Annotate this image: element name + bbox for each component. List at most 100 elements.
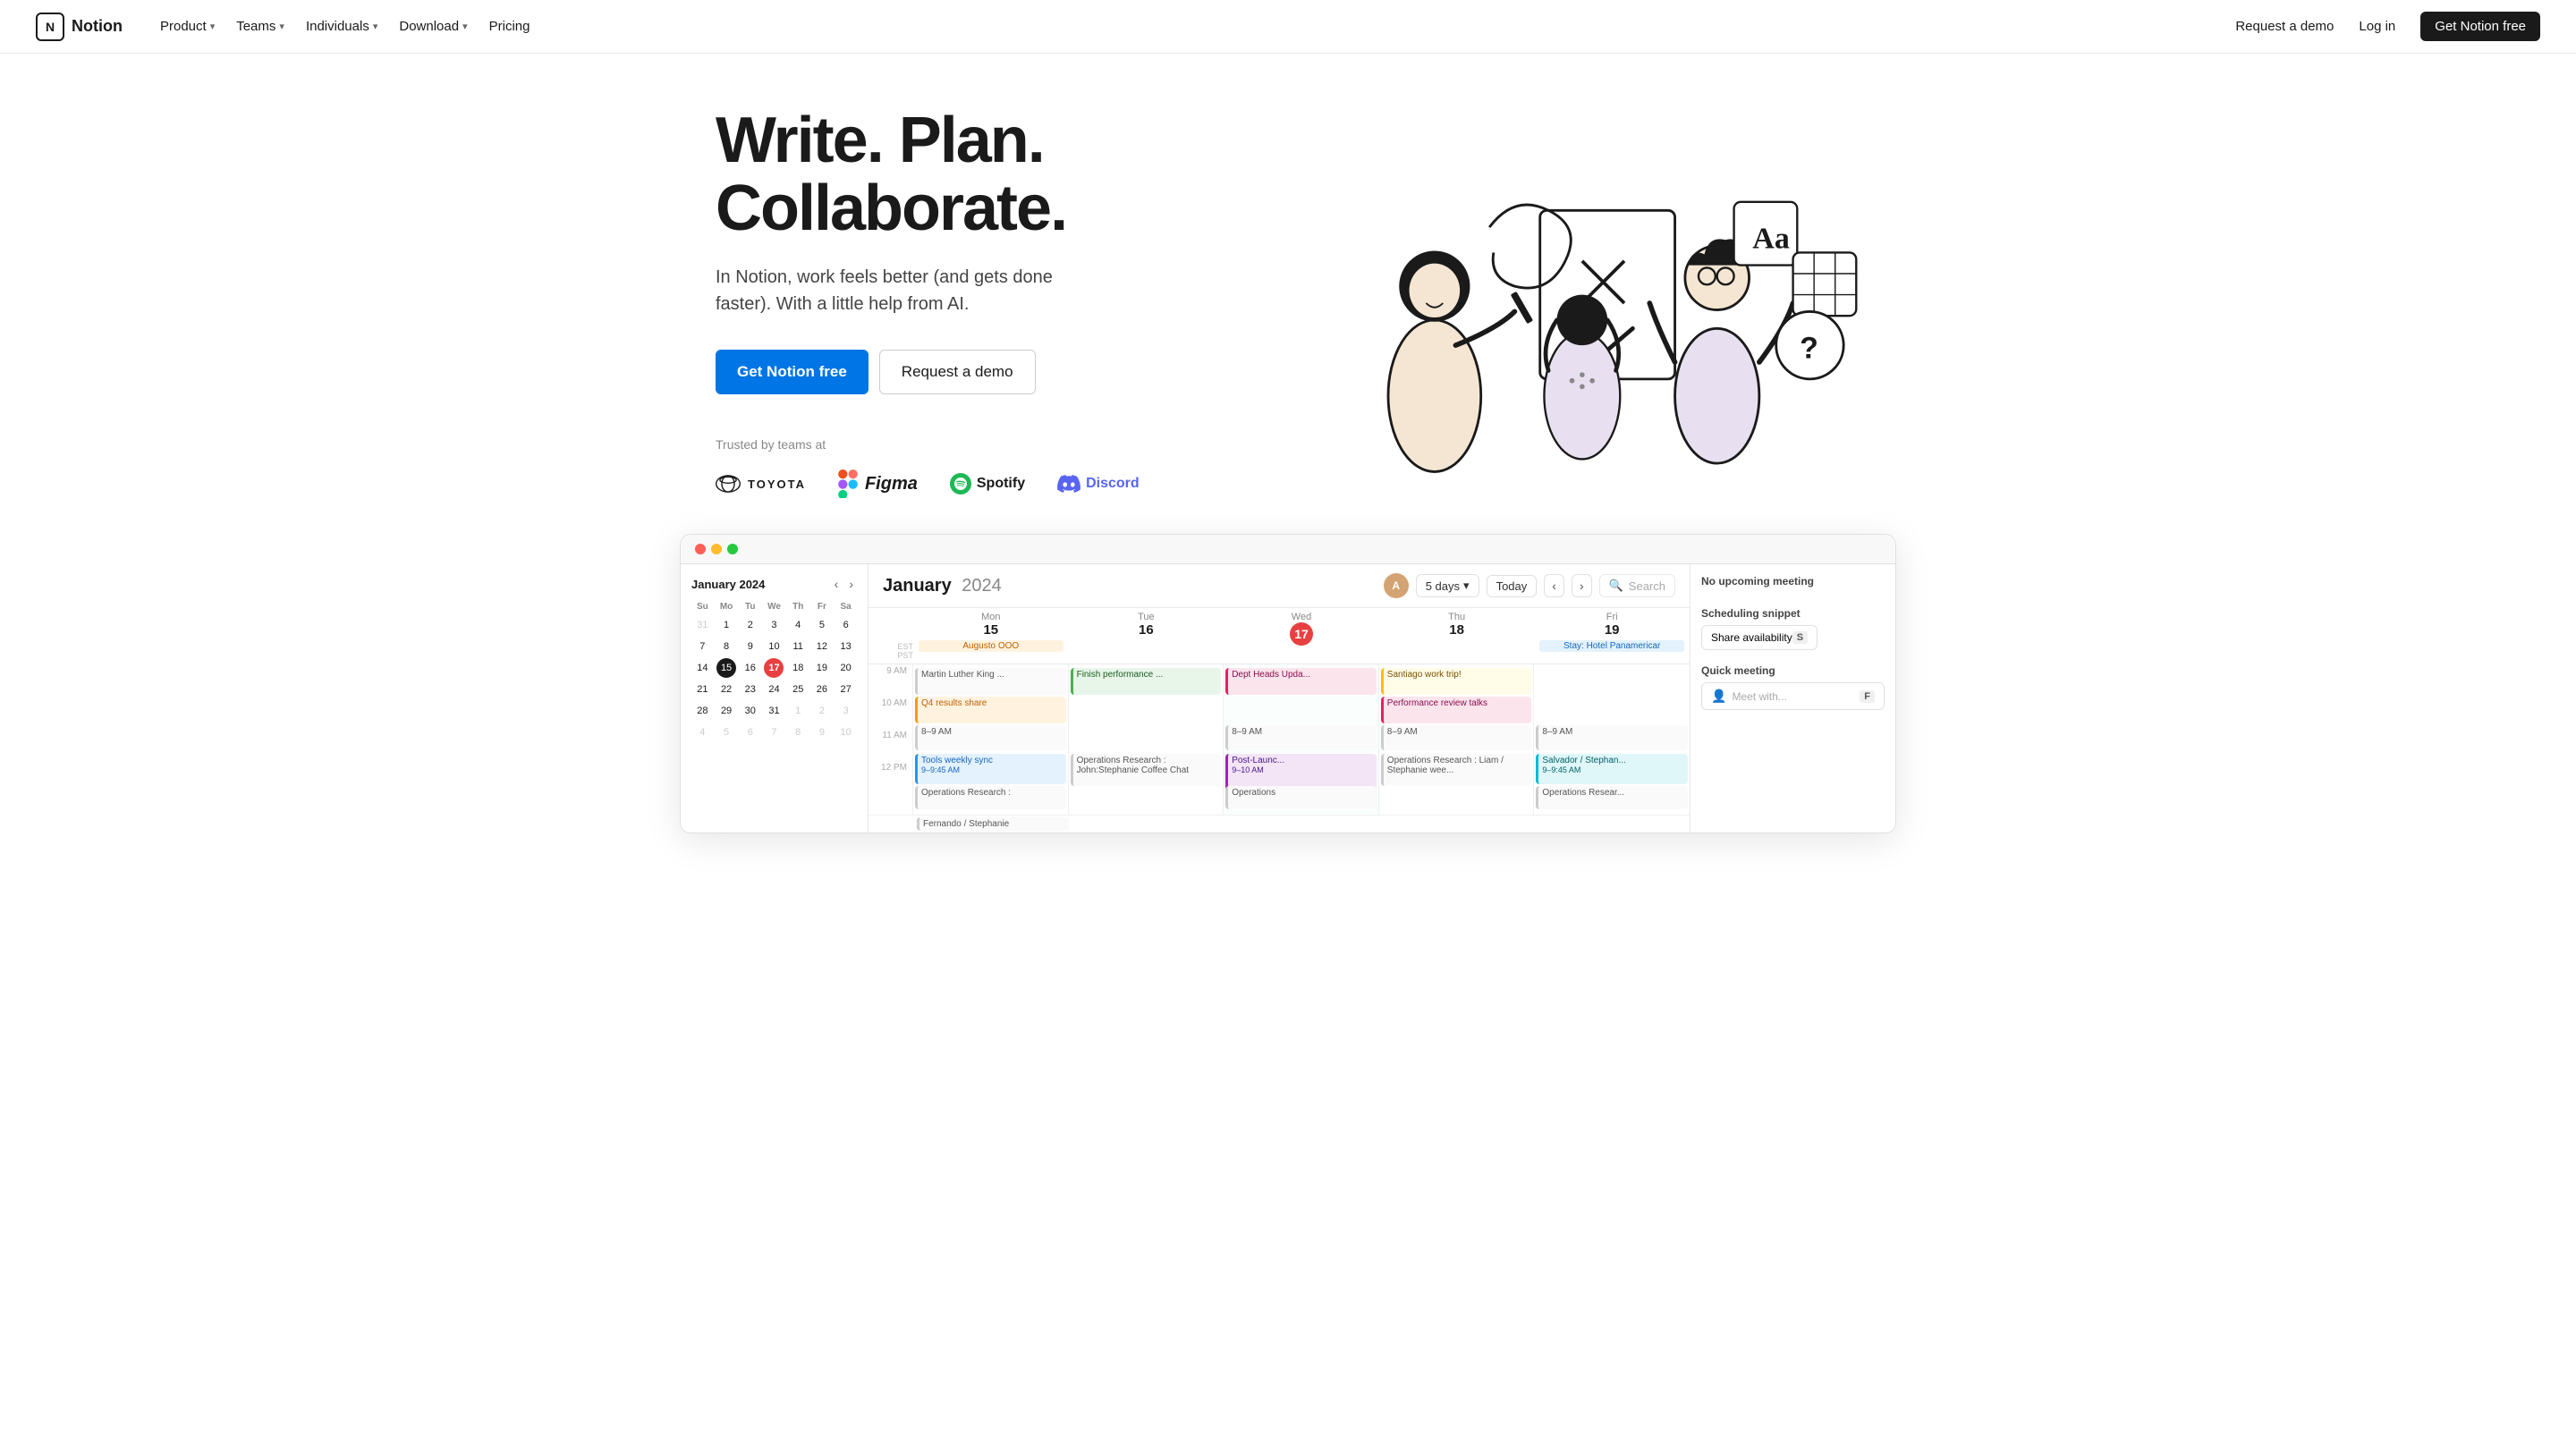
mini-cal-day[interactable]: 26	[812, 680, 832, 699]
cal-event-finish-perf[interactable]: Finish performance ...	[1071, 668, 1222, 695]
mini-cal-day[interactable]: 4	[692, 723, 712, 742]
tz-header: ESTPST	[869, 608, 913, 664]
mini-cal-prev[interactable]: ‹	[831, 575, 843, 593]
mini-cal-day[interactable]: 5	[812, 615, 832, 635]
cal-event-8-9am-thu[interactable]: 8–9 AM	[1381, 725, 1532, 750]
mini-cal-day[interactable]: 10	[764, 637, 784, 656]
mini-cal-day[interactable]: 25	[788, 680, 808, 699]
mini-cal-today[interactable]: 17	[764, 658, 784, 678]
cal-event-ops-fri[interactable]: Operations Resear...	[1536, 786, 1688, 809]
mini-cal-day[interactable]: 9	[812, 723, 832, 742]
wed-events: Dept Heads Upda... 8–9 AM Post-Launc...9…	[1224, 664, 1379, 815]
mini-cal-day[interactable]: 2	[741, 615, 760, 635]
mini-cal-day[interactable]: 1	[788, 701, 808, 721]
mini-cal-day[interactable]: 20	[836, 658, 856, 678]
close-icon[interactable]	[695, 544, 706, 554]
mini-cal-day[interactable]: 6	[836, 615, 856, 635]
mini-cal-day[interactable]: 7	[692, 637, 712, 656]
mini-cal-day[interactable]: 3	[764, 615, 784, 635]
mini-cal-day[interactable]: 8	[716, 637, 736, 656]
cal-event-santiago[interactable]: Santiago work trip!	[1381, 668, 1532, 695]
mini-cal-day[interactable]: 19	[812, 658, 832, 678]
nav-request-demo-link[interactable]: Request a demo	[2235, 19, 2334, 34]
mini-cal-day[interactable]: 22	[716, 680, 736, 699]
minimize-icon[interactable]	[711, 544, 722, 554]
mini-cal-day[interactable]: 11	[788, 637, 808, 656]
cal-event-ops-wed[interactable]: Operations	[1225, 786, 1377, 809]
chevron-down-icon: ▾	[373, 21, 378, 32]
cal-prev-btn[interactable]: ‹	[1544, 574, 1564, 597]
mini-cal-day[interactable]: 27	[836, 680, 856, 699]
cal-event-q4[interactable]: Q4 results share	[915, 697, 1066, 723]
logo[interactable]: N Notion	[36, 13, 123, 41]
mini-cal-day[interactable]: 24	[764, 680, 784, 699]
nav-pricing[interactable]: Pricing	[480, 13, 539, 39]
all-day-event-hotel[interactable]: Stay: Hotel Panamericar	[1539, 640, 1684, 652]
mini-cal-day[interactable]: 31	[764, 701, 784, 721]
cal-event-8-9am-fri[interactable]: 8–9 AM	[1536, 725, 1688, 750]
nav-login-link[interactable]: Log in	[2348, 13, 2406, 39]
nav-product[interactable]: Product ▾	[151, 13, 224, 39]
mini-cal-day[interactable]: 16	[741, 658, 760, 678]
cal-event-perf-review[interactable]: Performance review talks	[1381, 697, 1532, 723]
cal-event-fernando[interactable]: Fernando / Stephanie	[917, 817, 1069, 831]
mini-cal-day[interactable]: 6	[741, 723, 760, 742]
mini-cal-day[interactable]: 30	[741, 701, 760, 721]
time-column: 9 AM 10 AM 11 AM 12 PM	[869, 664, 913, 815]
scheduling-title: Scheduling snippet	[1701, 607, 1885, 620]
hero-svg: Aa ?	[1270, 126, 1860, 480]
mini-cal-day[interactable]: 23	[741, 680, 760, 699]
mini-cal-day[interactable]: 29	[716, 701, 736, 721]
cal-event-ops-liam[interactable]: Operations Research : Liam / Stephanie w…	[1381, 754, 1532, 786]
mini-cal-day[interactable]: 13	[836, 637, 856, 656]
logo-icon: N	[36, 13, 64, 41]
mini-cal-day[interactable]: 31	[692, 615, 712, 635]
cal-event-dept-heads[interactable]: Dept Heads Upda...	[1225, 668, 1377, 695]
cal-search-bar[interactable]: 🔍 Search	[1599, 574, 1675, 597]
nav-teams[interactable]: Teams ▾	[227, 13, 293, 39]
mini-cal-day[interactable]: 4	[788, 615, 808, 635]
time-slot-11am: 11 AM	[869, 729, 912, 761]
mini-cal-day[interactable]: 3	[836, 701, 856, 721]
nav-individuals[interactable]: Individuals ▾	[297, 13, 386, 39]
all-day-event[interactable]: Augusto OOO	[919, 640, 1063, 652]
quick-meeting-title: Quick meeting	[1701, 664, 1885, 677]
mini-cal-day[interactable]: 21	[692, 680, 712, 699]
figma-logo: Figma	[838, 469, 918, 498]
nav-cta-button[interactable]: Get Notion free	[2420, 12, 2540, 41]
mini-cal-day[interactable]: 5	[716, 723, 736, 742]
mini-cal-day[interactable]: 12	[812, 637, 832, 656]
mini-cal-day[interactable]: 28	[692, 701, 712, 721]
mini-cal-day[interactable]: 1	[716, 615, 736, 635]
nav-download[interactable]: Download ▾	[390, 13, 476, 39]
cal-next-btn[interactable]: ›	[1572, 574, 1592, 597]
quick-meeting-row: 👤 Meet with... F	[1701, 682, 1885, 710]
mini-cal-day[interactable]: 14	[692, 658, 712, 678]
search-icon: 🔍	[1609, 579, 1623, 593]
mini-cal-day[interactable]: 8	[788, 723, 808, 742]
mini-cal-day[interactable]: 10	[836, 723, 856, 742]
mini-cal-day[interactable]: 18	[788, 658, 808, 678]
mini-cal-day[interactable]: 9	[741, 637, 760, 656]
cal-controls: A 5 days ▾ Today ‹ › 🔍 Search	[1384, 573, 1675, 598]
cal-today-btn[interactable]: Today	[1487, 575, 1538, 597]
cal-event-ops-mon[interactable]: Operations Research :	[915, 786, 1066, 809]
mini-cal-next[interactable]: ›	[845, 575, 857, 593]
cal-5days-btn[interactable]: 5 days ▾	[1416, 574, 1479, 597]
all-day-thu	[1381, 638, 1533, 654]
cal-event-8-9am-wed[interactable]: 8–9 AM	[1225, 725, 1377, 750]
figma-icon	[838, 469, 858, 498]
mini-cal-day-15[interactable]: 15	[716, 658, 736, 678]
share-availability-btn[interactable]: Share availability S	[1701, 625, 1818, 650]
mini-cal-day[interactable]: 2	[812, 701, 832, 721]
cal-event-ops-john[interactable]: Operations Research : John:Stephanie Cof…	[1071, 754, 1222, 786]
cal-event-8-9am[interactable]: 8–9 AM	[915, 725, 1066, 750]
cal-event-mlk[interactable]: Martin Luther King ...	[915, 668, 1066, 695]
hero-cta-secondary[interactable]: Request a demo	[879, 350, 1036, 394]
nav-right: Request a demo Log in Get Notion free	[2235, 12, 2540, 41]
cal-event-salvador[interactable]: Salvador / Stephan...9–9:45 AM	[1536, 754, 1688, 784]
maximize-icon[interactable]	[727, 544, 738, 554]
mini-cal-day[interactable]: 7	[764, 723, 784, 742]
hero-cta-primary[interactable]: Get Notion free	[716, 350, 869, 394]
cal-event-tools[interactable]: Tools weekly sync9–9:45 AM	[915, 754, 1066, 784]
